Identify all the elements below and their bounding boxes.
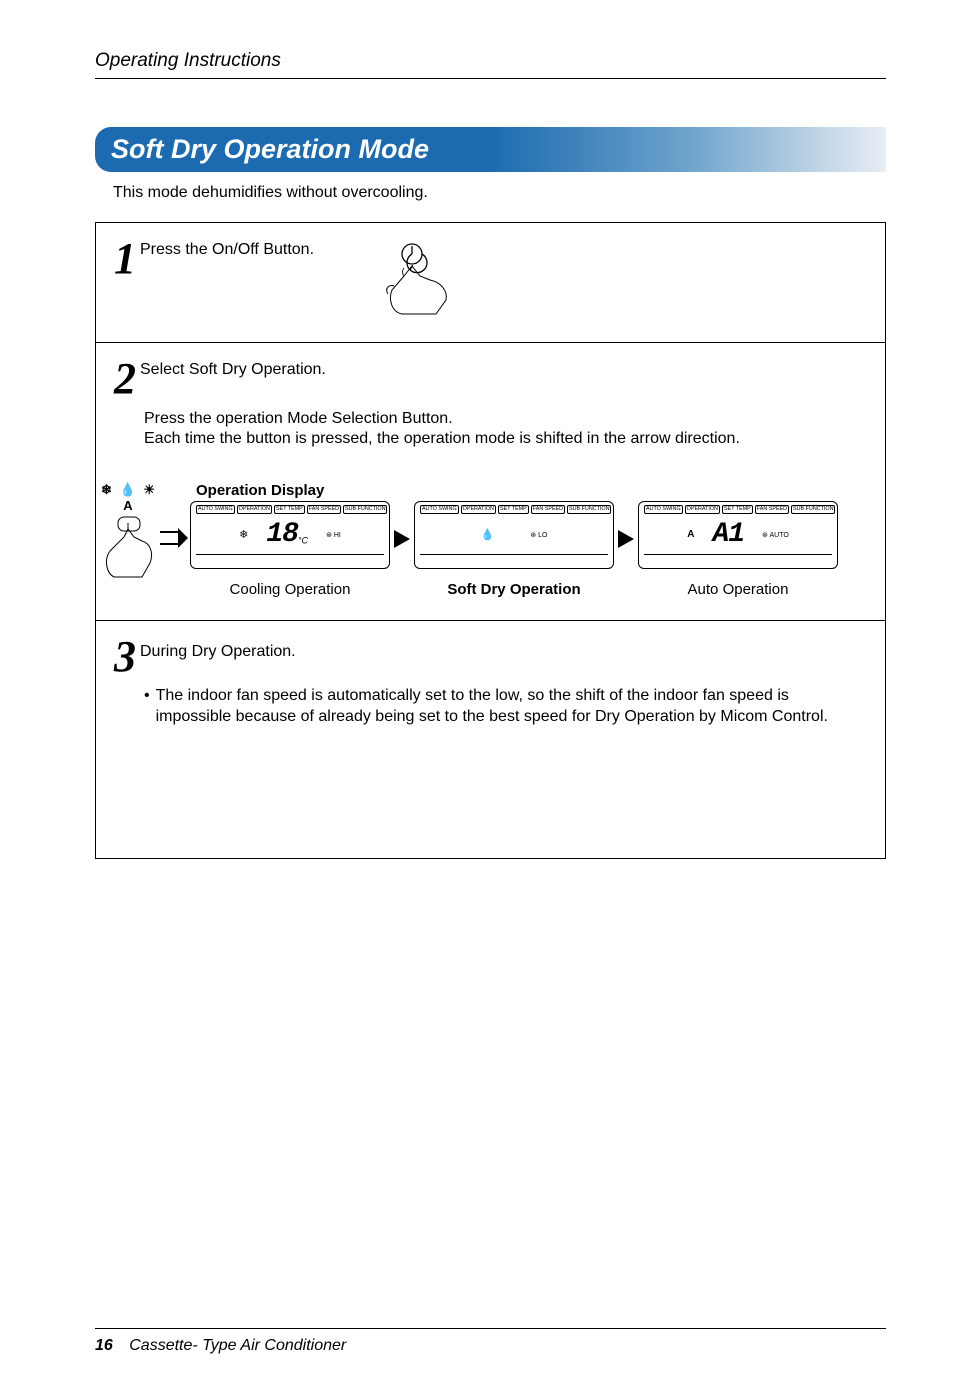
lcd-temp-unit: °C bbox=[298, 536, 308, 546]
flow-arrow bbox=[390, 482, 414, 553]
step-title: During Dry Operation. bbox=[140, 643, 296, 661]
lcd-seg: A1 bbox=[712, 519, 744, 550]
step-title: Select Soft Dry Operation. bbox=[140, 361, 326, 379]
lcd-tab: OPERATION bbox=[237, 505, 272, 513]
lcd-tab: SUB FUNCTION bbox=[791, 505, 835, 513]
flow-arrow bbox=[160, 482, 190, 553]
lcd-fan: ⊛ HI bbox=[326, 531, 341, 539]
lcd-tab: OPERATION bbox=[685, 505, 720, 513]
section-title: Soft Dry Operation Mode bbox=[95, 127, 886, 172]
lcd-tab: AUTO SWING bbox=[196, 505, 235, 513]
step-3: 3 During Dry Operation. • The indoor fan… bbox=[96, 620, 885, 857]
operation-display-label: Operation Display bbox=[196, 482, 390, 499]
lcd-tab: FAN SPEED bbox=[307, 505, 341, 513]
step-number: 2 bbox=[114, 361, 136, 396]
lcd-tab: SET TEMP bbox=[722, 505, 753, 513]
mode-selector-illustration: ❄ 💧 ☀ A bbox=[98, 482, 160, 590]
display-row: ❄ 💧 ☀ A Operation Display AUTO SWING OPE… bbox=[98, 482, 867, 598]
lcd-tab: SET TEMP bbox=[498, 505, 529, 513]
snowflake-icon: ❄ bbox=[239, 528, 248, 541]
flow-arrow bbox=[614, 482, 638, 553]
bullet-dot: • bbox=[144, 685, 150, 728]
lcd-tab: FAN SPEED bbox=[531, 505, 565, 513]
lcd-tab: SUB FUNCTION bbox=[343, 505, 387, 513]
lcd-auto: AUTO SWING OPERATION SET TEMP FAN SPEED … bbox=[638, 501, 838, 569]
display-col-2: AUTO SWING OPERATION SET TEMP FAN SPEED … bbox=[414, 482, 614, 598]
page-footer: 16 Cassette- Type Air Conditioner bbox=[95, 1328, 886, 1355]
lcd-fan: ⊛ LO bbox=[530, 531, 547, 539]
step-body: Press the operation Mode Selection Butto… bbox=[144, 410, 867, 448]
step-title: Press the On/Off Button. bbox=[140, 241, 314, 259]
caption-auto: Auto Operation bbox=[638, 581, 838, 598]
droplet-icon: 💧 bbox=[481, 528, 495, 541]
step-2: 2 Select Soft Dry Operation. Press the o… bbox=[96, 342, 885, 620]
step-number: 1 bbox=[114, 241, 136, 276]
caption-softdry: Soft Dry Operation bbox=[414, 581, 614, 598]
lcd-temp: 18 bbox=[266, 519, 298, 550]
caption-cooling: Cooling Operation bbox=[190, 581, 390, 598]
lcd-tab: AUTO SWING bbox=[420, 505, 459, 513]
steps-container: 1 Press the On/Off Button. 2 Select Soft… bbox=[95, 222, 886, 859]
mode-icons-row: ❄ 💧 ☀ A bbox=[98, 482, 160, 513]
footer-text: Cassette- Type Air Conditioner bbox=[129, 1337, 346, 1354]
step3-text: The indoor fan speed is automatically se… bbox=[156, 685, 867, 728]
lcd-fan: ⊛ AUTO bbox=[762, 531, 789, 539]
step-number: 3 bbox=[114, 639, 136, 674]
page-number: 16 bbox=[95, 1337, 113, 1354]
display-col-1: Operation Display AUTO SWING OPERATION S… bbox=[190, 482, 390, 598]
power-button-illustration bbox=[374, 242, 867, 320]
lcd-tab: FAN SPEED bbox=[755, 505, 789, 513]
lcd-softdry: AUTO SWING OPERATION SET TEMP FAN SPEED … bbox=[414, 501, 614, 569]
lcd-tab: OPERATION bbox=[461, 505, 496, 513]
lcd-tab: SET TEMP bbox=[274, 505, 305, 513]
display-col-3: AUTO SWING OPERATION SET TEMP FAN SPEED … bbox=[638, 482, 838, 598]
step3-bullet: • The indoor fan speed is automatically … bbox=[144, 685, 867, 728]
auto-icon: A bbox=[687, 529, 694, 540]
lcd-tab: AUTO SWING bbox=[644, 505, 683, 513]
lcd-cooling: AUTO SWING OPERATION SET TEMP FAN SPEED … bbox=[190, 501, 390, 569]
page-header: Operating Instructions bbox=[95, 50, 886, 79]
section-intro: This mode dehumidifies without overcooli… bbox=[113, 184, 886, 202]
step2-line1: Press the operation Mode Selection Butto… bbox=[144, 410, 867, 428]
step-1: 1 Press the On/Off Button. bbox=[96, 223, 885, 342]
step2-line2: Each time the button is pressed, the ope… bbox=[144, 430, 867, 448]
lcd-tab: SUB FUNCTION bbox=[567, 505, 611, 513]
